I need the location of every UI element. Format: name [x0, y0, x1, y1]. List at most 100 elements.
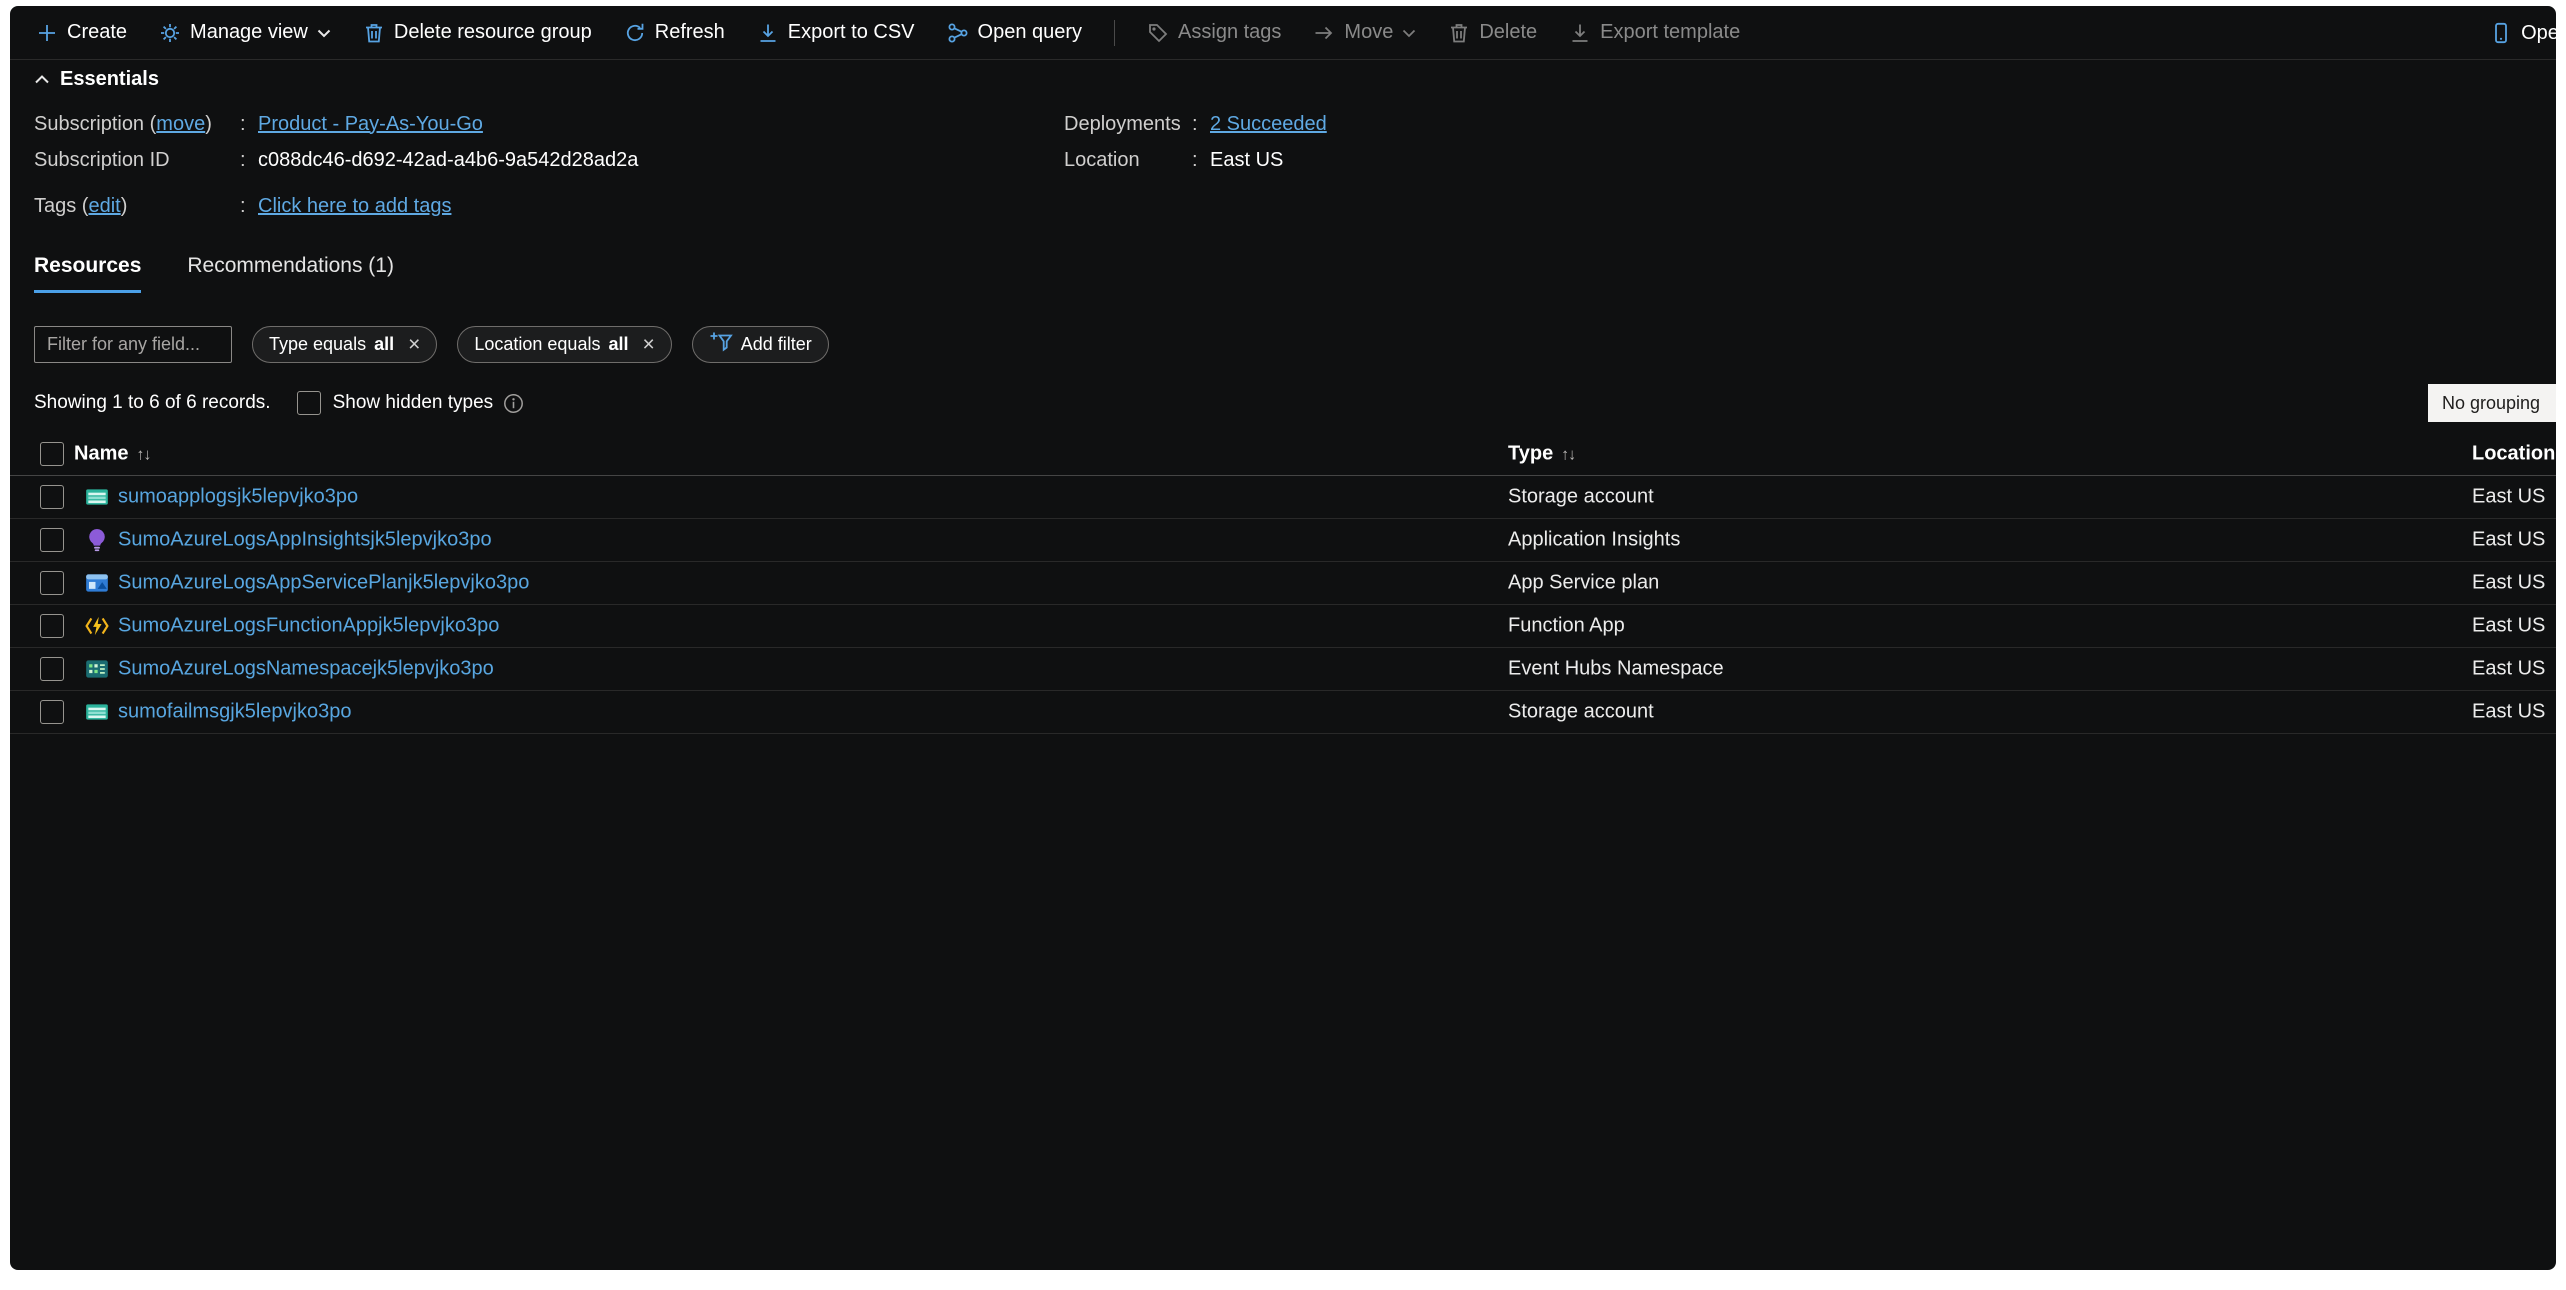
delete-label: Delete [1479, 21, 1537, 44]
row-checkbox[interactable] [40, 700, 64, 724]
manage-view-label: Manage view [190, 21, 308, 44]
colon: : [1192, 113, 1210, 136]
sort-icon: ↑↓ [136, 446, 150, 463]
sort-icon: ↑↓ [1561, 446, 1575, 463]
export-template-button: Export template [1569, 21, 1740, 44]
add-filter-button[interactable]: Add filter [692, 326, 829, 363]
resource-location: East US [2472, 658, 2545, 681]
add-tags-link[interactable]: Click here to add tags [258, 195, 451, 218]
toolbar-separator [1114, 20, 1115, 46]
tags-edit-link[interactable]: edit [88, 195, 120, 217]
open-in-mobile-button[interactable]: Open [2490, 22, 2556, 45]
export-template-label: Export template [1600, 21, 1740, 44]
colon: : [240, 195, 258, 218]
type-filter-value: all [374, 334, 394, 355]
refresh-icon [624, 22, 646, 44]
resource-link[interactable]: SumoAzureLogsAppInsightsjk5lepvjko3po [118, 529, 492, 552]
location-filter-pill[interactable]: Location equalsall × [457, 326, 671, 363]
subscription-link[interactable]: Product - Pay-As-You-Go [258, 113, 483, 136]
grouping-dropdown[interactable]: No grouping [2428, 384, 2556, 422]
table-row: SumoAzureLogsFunctionAppjk5lepvjko3po Fu… [10, 605, 2556, 648]
download-icon [1569, 22, 1591, 44]
close-icon[interactable]: × [642, 334, 654, 355]
filter-input[interactable] [34, 326, 232, 363]
column-header-type[interactable]: Type↑↓ [1508, 442, 1575, 465]
event-hubs-namespace-icon [84, 656, 110, 682]
tab-bar: Resources Recommendations (1) [34, 254, 394, 293]
location-value: East US [1210, 149, 1283, 172]
resource-link[interactable]: sumoapplogsjk5lepvjko3po [118, 486, 358, 509]
resource-type: Application Insights [1508, 529, 1680, 552]
create-label: Create [67, 21, 127, 44]
tags-label: Tags (edit) [34, 195, 240, 218]
colon: : [240, 113, 258, 136]
record-count-text: Showing 1 to 6 of 6 records. [34, 392, 271, 414]
assign-tags-button: Assign tags [1147, 21, 1281, 44]
open-label: Open [2521, 22, 2556, 45]
show-hidden-types-label: Show hidden types [333, 392, 494, 414]
table-row: sumoapplogsjk5lepvjko3po Storage account… [10, 476, 2556, 519]
chevron-down-icon [1402, 28, 1416, 38]
tab-resources[interactable]: Resources [34, 254, 141, 293]
move-label: Move [1344, 21, 1393, 44]
row-checkbox[interactable] [40, 657, 64, 681]
essentials-collapse-header[interactable]: Essentials [34, 68, 159, 91]
type-filter-pill[interactable]: Type equals all × [252, 326, 437, 363]
export-csv-button[interactable]: Export to CSV [757, 21, 915, 44]
essentials-right-column: Deployments : 2 Succeeded Location : Eas… [1064, 106, 1327, 178]
tag-icon [1147, 22, 1169, 44]
resource-type: Storage account [1508, 701, 1654, 724]
resource-location: East US [2472, 486, 2545, 509]
plus-icon [36, 22, 58, 44]
manage-view-button[interactable]: Manage view [159, 21, 331, 44]
open-query-button[interactable]: Open query [947, 21, 1083, 44]
subscription-id-value: c088dc46-d692-42ad-a4b6-9a542d28ad2a [258, 149, 638, 172]
resource-link[interactable]: sumofailmsgjk5lepvjko3po [118, 701, 351, 724]
close-icon[interactable]: × [408, 334, 420, 355]
resource-link[interactable]: SumoAzureLogsAppServicePlanjk5lepvjko3po [118, 572, 529, 595]
column-header-location[interactable]: Location↑↓ [2472, 442, 2556, 465]
resource-location: East US [2472, 701, 2545, 724]
function-app-icon [84, 613, 110, 639]
table-header-row: Name↑↓ Type↑↓ Location↑↓ [10, 432, 2556, 476]
location-filter-value: all [608, 334, 628, 355]
table-row: SumoAzureLogsAppServicePlanjk5lepvjko3po… [10, 562, 2556, 605]
refresh-label: Refresh [655, 21, 725, 44]
colon: : [240, 149, 258, 172]
row-checkbox[interactable] [40, 571, 64, 595]
open-query-label: Open query [978, 21, 1083, 44]
resource-group-view: Create Manage view Delete resource group… [10, 6, 2556, 1270]
resource-link[interactable]: SumoAzureLogsNamespacejk5lepvjko3po [118, 658, 494, 681]
subscription-move-link[interactable]: move [156, 113, 205, 135]
delete-button: Delete [1448, 21, 1537, 44]
refresh-button[interactable]: Refresh [624, 21, 725, 44]
row-checkbox[interactable] [40, 614, 64, 638]
storage-account-icon [84, 484, 110, 510]
create-button[interactable]: Create [36, 21, 127, 44]
table-row: sumofailmsgjk5lepvjko3po Storage account… [10, 691, 2556, 734]
location-label: Location [1064, 149, 1192, 172]
colon: : [1192, 149, 1210, 172]
trash-icon [363, 22, 385, 44]
delete-resource-group-button[interactable]: Delete resource group [363, 21, 592, 44]
essentials-title: Essentials [60, 68, 159, 91]
select-all-checkbox[interactable] [40, 442, 64, 466]
show-hidden-types-checkbox[interactable] [297, 391, 321, 415]
resource-location: East US [2472, 615, 2545, 638]
type-filter-label: Type equals [269, 334, 366, 355]
app-service-plan-icon [84, 570, 110, 596]
deployments-link[interactable]: 2 Succeeded [1210, 113, 1327, 136]
mobile-icon [2490, 22, 2512, 44]
column-header-name[interactable]: Name↑↓ [74, 442, 150, 465]
table-row: SumoAzureLogsNamespacejk5lepvjko3po Even… [10, 648, 2556, 691]
info-icon[interactable] [503, 393, 524, 414]
resource-type: Event Hubs Namespace [1508, 658, 1724, 681]
resources-table: Name↑↓ Type↑↓ Location↑↓ sumoapplogsjk5l… [10, 432, 2556, 734]
row-checkbox[interactable] [40, 528, 64, 552]
essentials-panel: Subscription (move) : Product - Pay-As-Y… [34, 106, 2556, 224]
resource-link[interactable]: SumoAzureLogsFunctionAppjk5lepvjko3po [118, 615, 499, 638]
query-icon [947, 22, 969, 44]
tab-recommendations[interactable]: Recommendations (1) [187, 254, 394, 293]
add-filter-icon [709, 330, 733, 359]
row-checkbox[interactable] [40, 485, 64, 509]
